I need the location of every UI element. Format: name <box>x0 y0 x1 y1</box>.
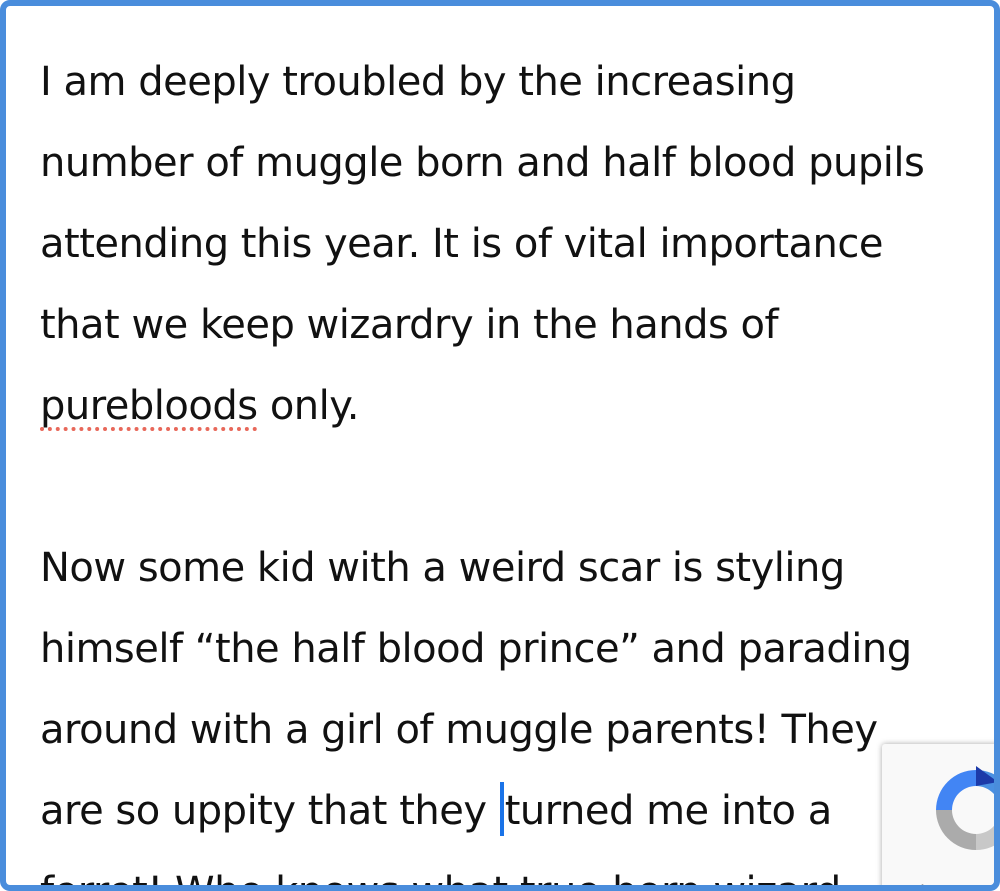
text-line: Now some kid with a weird scar is stylin… <box>40 545 845 591</box>
text-line: are so uppity that they turned me into a <box>40 771 980 852</box>
recaptcha-badge[interactable]: Privacy - Terms <box>882 744 994 885</box>
text-fragment: are so uppity that they <box>40 788 499 834</box>
text-line: I am deeply troubled by the increasing <box>40 59 796 105</box>
text-line: ferret! Who knows what true born wizard <box>40 852 980 885</box>
text-line: attending this year. It is of vital impo… <box>40 221 883 267</box>
recaptcha-logo-icon <box>936 766 994 850</box>
text-editor-frame[interactable]: I am deeply troubled by the increasing n… <box>0 0 1000 891</box>
document-text-area[interactable]: I am deeply troubled by the increasing n… <box>40 42 980 885</box>
text-line: purebloods only. <box>40 366 980 447</box>
text-line: that we keep wizardry in the hands of <box>40 302 779 348</box>
text-fragment: only. <box>257 383 360 429</box>
text-line: number of muggle born and half blood pup… <box>40 140 925 186</box>
text-line: around with a girl of muggle parents! Th… <box>40 707 878 753</box>
privacy-terms-link[interactable]: Privacy - Terms <box>902 882 994 885</box>
spellcheck-flagged-word[interactable]: purebloods <box>40 383 258 429</box>
text-fragment: turned me into a <box>504 788 832 834</box>
text-cursor <box>499 782 504 836</box>
text-line: himself “the half blood prince” and para… <box>40 626 912 672</box>
